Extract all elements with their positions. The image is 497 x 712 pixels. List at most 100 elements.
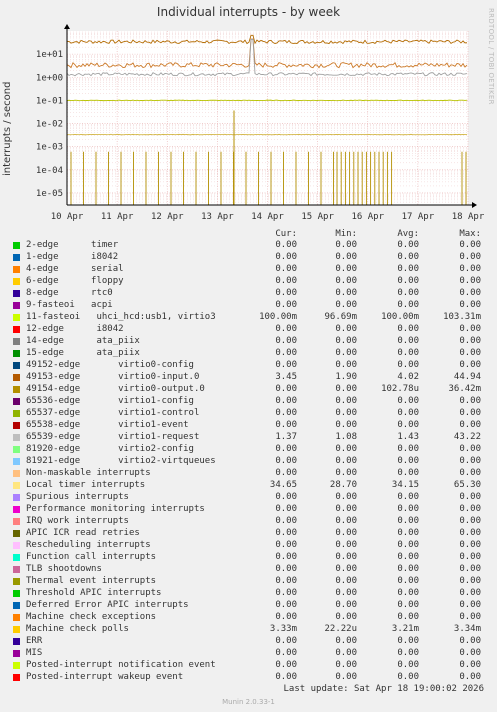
legend-row: 14-edge ata_piix 0.00 0.00 0.00 0.00 [0, 335, 497, 347]
legend-swatch [13, 314, 20, 321]
legend-cur-value: 0.00 [275, 504, 297, 514]
legend-max-value: 0.00 [459, 528, 481, 538]
legend-swatch [13, 638, 20, 645]
legend-cur-value: 0.00 [275, 456, 297, 466]
legend-cur-value: 0.00 [275, 636, 297, 646]
legend-avg-value: 0.00 [397, 252, 419, 262]
legend-row: IRQ work interrupts 0.00 0.00 0.00 0.00 [0, 515, 497, 527]
legend-avg-value: 0.00 [397, 348, 419, 358]
legend-swatch [13, 542, 20, 549]
legend-row: Deferred Error APIC interrupts 0.00 0.00 0.… [0, 599, 497, 611]
legend-cur-value: 3.45 [275, 372, 297, 382]
y-axis-arrow [64, 24, 70, 29]
legend-max-value: 0.00 [459, 336, 481, 346]
legend-max-value: 0.00 [459, 612, 481, 622]
legend-avg-value: 4.02 [397, 372, 419, 382]
legend-min-value: 0.00 [335, 636, 357, 646]
col-header-max: Max: [459, 229, 481, 239]
legend-cur-value: 0.00 [275, 384, 297, 394]
legend-avg-value: 0.00 [397, 552, 419, 562]
legend-cur-value: 3.33m [269, 624, 297, 634]
legend-avg-value: 0.00 [397, 276, 419, 286]
legend-label: 9-fasteoi acpi [26, 300, 113, 310]
legend-cur-value: 0.00 [275, 240, 297, 250]
legend-swatch [13, 374, 20, 381]
legend-max-value: 0.00 [459, 576, 481, 586]
legend-swatch [13, 362, 20, 369]
legend-min-value: 0.00 [335, 444, 357, 454]
legend-cur-value: 0.00 [275, 252, 297, 262]
legend-label: 65538-edge virtio1-event [26, 420, 189, 430]
legend-max-value: 65.30 [453, 480, 481, 490]
legend-cur-value: 0.00 [275, 396, 297, 406]
legend-label: 14-edge ata_piix [26, 336, 140, 346]
y-tick-label: 1e-05 [36, 189, 63, 199]
legend-row: Performance monitoring interrupts 0.00 0.0… [0, 503, 497, 515]
legend-swatch [13, 446, 20, 453]
legend-avg-value: 0.00 [397, 240, 419, 250]
legend-swatch [13, 494, 20, 501]
legend-swatch [13, 482, 20, 489]
legend-swatch [13, 410, 20, 417]
legend-row: MIS 0.00 0.00 0.00 0.00 [0, 647, 497, 659]
legend-cur-value: 0.00 [275, 564, 297, 574]
legend-cur-value: 0.00 [275, 468, 297, 478]
legend-avg-value: 0.00 [397, 456, 419, 466]
legend-min-value: 0.00 [335, 540, 357, 550]
legend-cur-value: 0.00 [275, 660, 297, 670]
legend-avg-value: 0.00 [397, 540, 419, 550]
x-tick-label: 18 Apr [452, 212, 485, 222]
legend-min-value: 1.90 [335, 372, 357, 382]
legend-swatch [13, 674, 20, 681]
legend-avg-value: 0.00 [397, 468, 419, 478]
legend-min-value: 0.00 [335, 588, 357, 598]
x-tick-label: 15 Apr [301, 212, 334, 222]
legend-min-value: 0.00 [335, 528, 357, 538]
x-tick-label: 14 Apr [251, 212, 284, 222]
legend-max-value: 0.00 [459, 396, 481, 406]
legend-max-value: 0.00 [459, 252, 481, 262]
legend-swatch [13, 338, 20, 345]
legend-label: 65536-edge virtio1-config [26, 396, 194, 406]
legend-min-value: 0.00 [335, 408, 357, 418]
munin-version: Munin 2.0.33-1 [222, 698, 275, 706]
legend-min-value: 0.00 [335, 300, 357, 310]
legend-label: 1-edge i8042 [26, 252, 119, 262]
legend-cur-value: 0.00 [275, 300, 297, 310]
legend-avg-value: 0.00 [397, 636, 419, 646]
legend-swatch [13, 626, 20, 633]
legend-min-value: 0.00 [335, 420, 357, 430]
legend-cur-value: 0.00 [275, 360, 297, 370]
legend-swatch [13, 290, 20, 297]
legend-cur-value: 0.00 [275, 336, 297, 346]
legend-max-value: 0.00 [459, 492, 481, 502]
legend-min-value: 0.00 [335, 240, 357, 250]
legend-cur-value: 34.65 [269, 480, 297, 490]
legend-max-value: 0.00 [459, 264, 481, 274]
legend-row: 6-edge floppy 0.00 0.00 0.00 0.00 [0, 275, 497, 287]
legend-max-value: 0.00 [459, 636, 481, 646]
legend-min-value: 0.00 [335, 456, 357, 466]
legend-swatch [13, 434, 20, 441]
y-tick-label: 1e+00 [36, 73, 63, 83]
legend-label: Machine check exceptions [26, 612, 157, 622]
legend-label: Rescheduling interrupts [26, 540, 151, 550]
legend-cur-value: 0.00 [275, 408, 297, 418]
legend-label: Local timer interrupts [26, 480, 146, 490]
legend-cur-value: 0.00 [275, 288, 297, 298]
legend-cur-value: 0.00 [275, 348, 297, 358]
legend-label: APIC ICR read retries [26, 528, 140, 538]
legend-avg-value: 0.00 [397, 648, 419, 658]
legend-row: Non-maskable interrupts 0.00 0.00 0.00 0.00 [0, 467, 497, 479]
legend-label: Machine check polls [26, 624, 129, 634]
legend-row: Machine check exceptions 0.00 0.00 0.00 0.00 [0, 611, 497, 623]
legend-row: 4-edge serial 0.00 0.00 0.00 0.00 [0, 263, 497, 275]
y-tick-label: 1e-01 [36, 96, 63, 106]
legend-row: 49153-edge virtio0-input.0 3.45 1.90 4.02 44… [0, 371, 497, 383]
legend-row: Thermal event interrupts 0.00 0.00 0.00 0.00 [0, 575, 497, 587]
legend-avg-value: 0.00 [397, 600, 419, 610]
legend-min-value: 0.00 [335, 516, 357, 526]
legend-swatch [13, 302, 20, 309]
legend-row: 65538-edge virtio1-event 0.00 0.00 0.00 0.00 [0, 419, 497, 431]
legend-row: Rescheduling interrupts 0.00 0.00 0.00 0.00 [0, 539, 497, 551]
